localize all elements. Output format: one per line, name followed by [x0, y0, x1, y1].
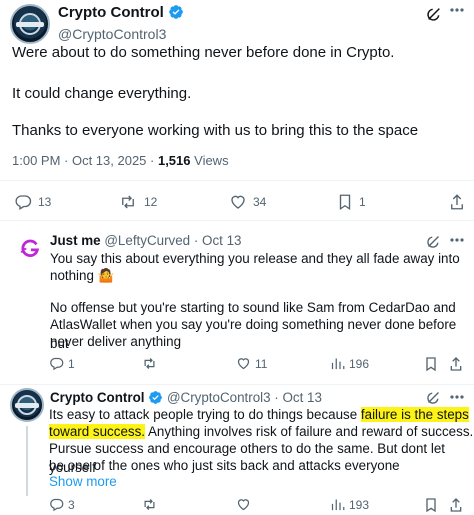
like-count: 34: [253, 195, 267, 209]
reply-icon: [49, 497, 64, 512]
reply-button[interactable]: 3: [49, 497, 75, 512]
bookmark-icon[interactable]: [424, 356, 438, 372]
post-text-line-2: It could change everything.: [12, 85, 192, 102]
verified-badge-icon: [168, 4, 184, 25]
views-count: 193: [349, 497, 370, 512]
repost-count: 12: [144, 195, 158, 209]
repost-button[interactable]: 12: [118, 193, 157, 211]
reply-text-b: Anything involves risk of failure and re…: [145, 424, 474, 439]
reply-author-name[interactable]: Crypto Control: [50, 390, 144, 405]
reply-icon: [49, 356, 64, 371]
post-text-line-3: Thanks to everyone working with us to br…: [12, 122, 419, 139]
post-timestamp[interactable]: 1:00 PM · Oct 13, 2025 ·: [12, 153, 158, 168]
reply-button[interactable]: 13: [14, 193, 51, 211]
like-count: 11: [255, 356, 268, 371]
grok-icon[interactable]: [426, 390, 441, 405]
reply-author-handle[interactable]: @CryptoControl3 · Oct 13: [167, 390, 322, 405]
reply-header: Just me @LeftyCurved · Oct 13: [50, 232, 241, 250]
thread-line: [26, 426, 28, 496]
heart-icon: [236, 497, 251, 512]
analytics-icon: [330, 497, 345, 512]
g-logo-icon: [20, 239, 40, 257]
views-label: Views: [190, 153, 229, 168]
author-avatar[interactable]: [10, 4, 50, 44]
heart-icon: [229, 193, 247, 211]
author-name[interactable]: Crypto Control: [58, 4, 164, 21]
reply-text-line-5: never deliver anything: [50, 334, 182, 349]
grok-icon[interactable]: [426, 234, 441, 249]
post-text-line-1: Were about to do something never before …: [12, 44, 395, 61]
bookmark-count: 1: [359, 195, 366, 209]
highlighted-text: toward success.: [49, 424, 146, 439]
repost-icon: [118, 193, 138, 211]
reply-count: 3: [68, 497, 75, 512]
post-header: Crypto Control @CryptoControl3: [58, 4, 184, 43]
views-button[interactable]: 196: [330, 356, 369, 371]
analytics-icon: [330, 356, 345, 371]
divider: [0, 220, 474, 221]
like-button[interactable]: 34: [229, 193, 266, 211]
reply-count: 13: [38, 195, 52, 209]
bookmark-button[interactable]: 1: [337, 193, 366, 211]
like-button[interactable]: 11: [236, 356, 267, 371]
share-icon[interactable]: [449, 356, 463, 372]
reply-author-handle[interactable]: @LeftyCurved · Oct 13: [104, 233, 241, 248]
divider: [0, 180, 474, 181]
views-button[interactable]: 193: [330, 497, 369, 512]
like-button[interactable]: [236, 497, 251, 512]
share-icon[interactable]: [449, 497, 463, 513]
repost-button[interactable]: [141, 497, 158, 512]
views-count: 196: [349, 356, 370, 371]
reply-text-line-2: nothing 🤷: [50, 268, 115, 283]
reply-author-name[interactable]: Just me: [50, 233, 101, 248]
heart-icon: [236, 356, 251, 371]
repost-button[interactable]: [141, 356, 162, 371]
reply-avatar[interactable]: [17, 236, 43, 262]
share-icon[interactable]: [449, 193, 465, 211]
more-options-icon[interactable]: [450, 395, 464, 399]
more-options-icon[interactable]: [450, 8, 464, 12]
show-more-link[interactable]: Show more: [49, 472, 117, 491]
divider: [0, 384, 474, 385]
reply-count: 1: [68, 356, 75, 371]
bookmark-icon[interactable]: [424, 497, 438, 513]
highlighted-text: failure is the steps: [360, 407, 469, 422]
repost-icon: [141, 497, 158, 512]
reply-text-a: Its easy to attack people trying to do t…: [49, 407, 361, 422]
views-count: 1,516: [157, 153, 191, 168]
reply-button[interactable]: 1: [49, 356, 75, 371]
post-meta: 1:00 PM · Oct 13, 2025 · 1,516 Views: [12, 153, 229, 168]
reply-icon: [14, 193, 32, 211]
reply-avatar[interactable]: [10, 388, 44, 422]
bookmark-icon: [337, 193, 353, 211]
grok-icon[interactable]: [426, 6, 442, 22]
more-options-icon[interactable]: [450, 238, 464, 242]
author-handle[interactable]: @CryptoControl3: [58, 25, 184, 43]
repost-icon: [141, 356, 158, 371]
